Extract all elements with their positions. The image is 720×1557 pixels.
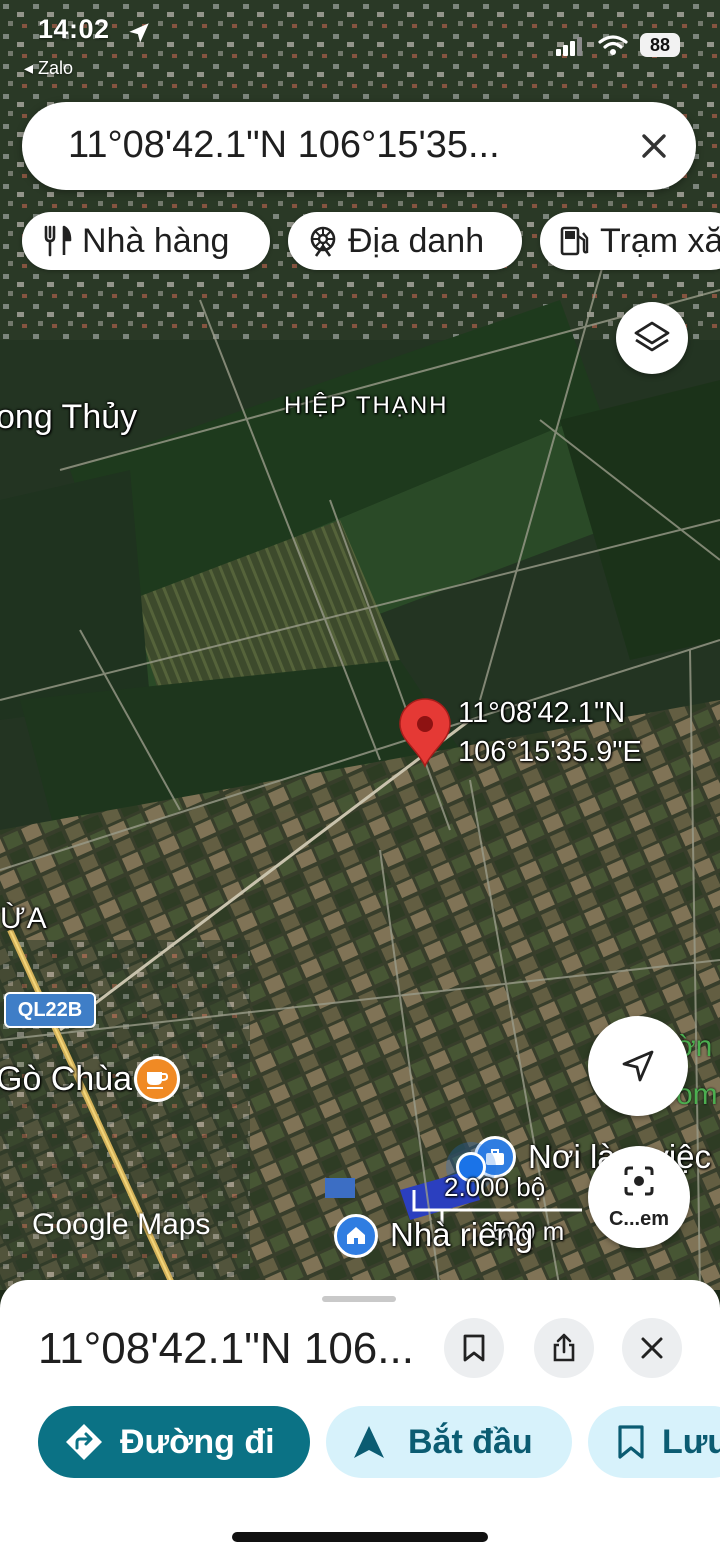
camera-lens-icon [624, 1166, 654, 1196]
map-label-hiep-thanh[interactable]: HIỆP THẠNH [284, 392, 448, 420]
layers-icon [634, 321, 670, 352]
close-icon [641, 1337, 663, 1359]
navigation-arrow-icon [622, 1050, 654, 1082]
battery-indicator: 88 [640, 33, 680, 57]
status-time: 14:02 [38, 14, 110, 44]
pin-coordinates-label: 11°08'42.1"N 106°15'35.9"E [458, 694, 642, 772]
save-bookmark-button[interactable] [444, 1318, 504, 1378]
home-indicator[interactable] [232, 1532, 488, 1542]
chip-label: Trạm xăng [600, 221, 720, 260]
place-title: 11°08'42.1"N 106... [38, 1324, 414, 1373]
chip-gas-stations[interactable]: Trạm xăng [540, 212, 720, 270]
cellular-signal-icon [556, 37, 582, 56]
back-to-app-link[interactable]: ◂ Zalo [24, 58, 73, 79]
home-marker[interactable] [334, 1214, 378, 1258]
map-label-ua[interactable]: ỪA [0, 902, 48, 936]
map-label-nha-rieng[interactable]: Nhà riêng [390, 1216, 533, 1254]
start-button[interactable]: Bắt đầu [326, 1406, 572, 1478]
pin-lng: 106°15'35.9"E [458, 736, 642, 768]
map-label-long-thuy[interactable]: ong Thủy [0, 398, 137, 437]
directions-label: Đường đi [120, 1422, 275, 1461]
road-shield-ql22b[interactable]: QL22B [4, 992, 96, 1028]
landmark-icon [310, 226, 336, 257]
layers-button[interactable] [616, 302, 688, 374]
place-bottom-sheet[interactable]: 11°08'42.1"N 106... Đường đi Bắt đầu Lưu [0, 1280, 720, 1557]
location-arrow-icon [129, 23, 149, 43]
share-icon [553, 1333, 575, 1362]
directions-button[interactable]: Đường đi [38, 1406, 310, 1478]
cafe-marker[interactable] [134, 1056, 180, 1102]
search-bar[interactable]: 11°08'42.1"N 106°15'35... [22, 102, 696, 190]
restaurant-icon [44, 225, 72, 257]
chip-restaurants[interactable]: Nhà hàng [22, 212, 270, 270]
chip-label: Nhà hàng [82, 221, 230, 260]
save-label: Lưu [662, 1422, 720, 1461]
home-icon [347, 1227, 365, 1244]
directions-icon [66, 1424, 102, 1460]
save-button[interactable]: Lưu [588, 1406, 720, 1478]
map-label-go-chua[interactable]: Gò Chùa [0, 1060, 132, 1099]
gas-station-icon [560, 226, 589, 256]
search-query[interactable]: 11°08'42.1"N 106°15'35... [68, 124, 500, 167]
share-button[interactable] [534, 1318, 594, 1378]
close-sheet-button[interactable] [622, 1318, 682, 1378]
start-label: Bắt đầu [408, 1422, 533, 1461]
camera-search-button[interactable]: C...em [588, 1146, 690, 1248]
coffee-cup-icon [147, 1072, 169, 1089]
navigation-arrow-icon [354, 1426, 384, 1458]
close-icon[interactable] [634, 126, 674, 166]
google-maps-watermark: Google Maps [32, 1208, 211, 1241]
location-pin-icon[interactable] [398, 698, 452, 768]
bookmark-icon [463, 1334, 485, 1362]
pin-lat: 11°08'42.1"N [458, 697, 626, 729]
sheet-drag-handle[interactable] [322, 1296, 396, 1302]
chip-landmarks[interactable]: Địa danh [288, 212, 522, 270]
bookmark-icon [618, 1425, 644, 1459]
satellite-map[interactable]: 14:02 ◂ Zalo 88 11°08'42.1"N 106°15'35..… [0, 0, 720, 1290]
chip-label: Địa danh [348, 221, 485, 260]
my-location-button[interactable] [588, 1016, 688, 1116]
camera-label: C...em [608, 1208, 670, 1230]
wifi-icon [598, 35, 628, 55]
briefcase-icon [486, 1149, 504, 1165]
